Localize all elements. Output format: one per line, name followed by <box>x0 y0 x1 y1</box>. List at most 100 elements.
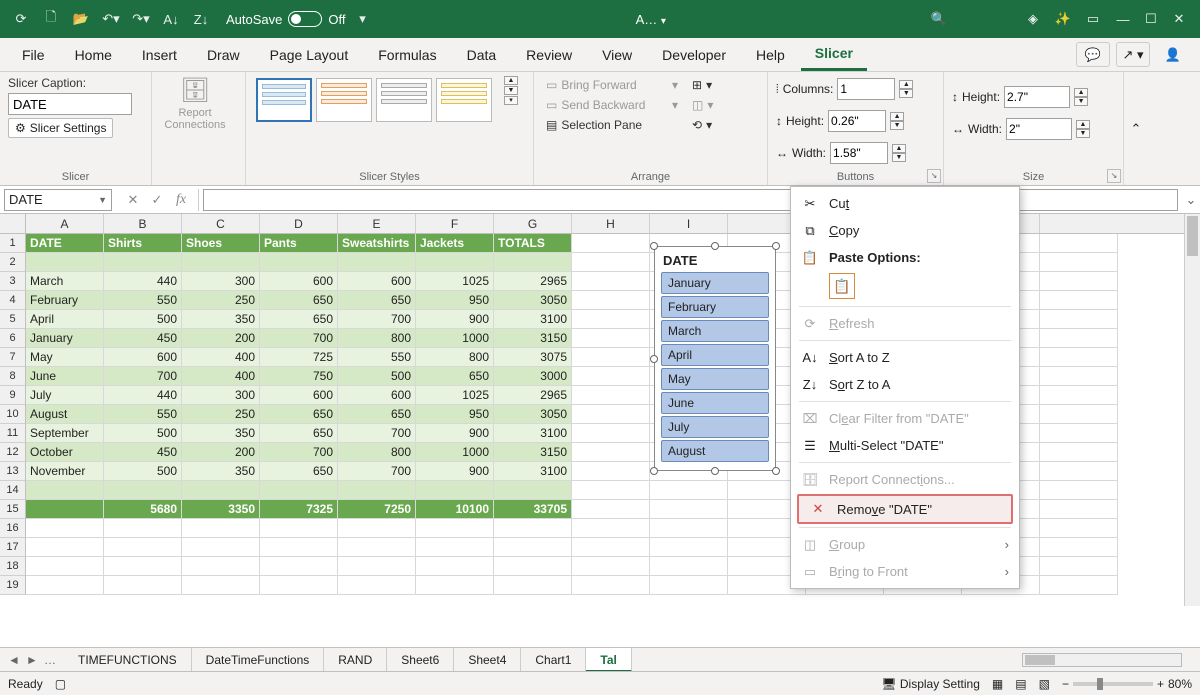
cell[interactable] <box>182 481 260 500</box>
cell[interactable] <box>338 576 416 595</box>
cell[interactable]: 5680 <box>104 500 182 519</box>
cell[interactable]: 3100 <box>494 462 572 481</box>
sheet-tab[interactable]: Tal <box>586 648 631 672</box>
cell[interactable]: 3000 <box>494 367 572 386</box>
qat-more-icon[interactable]: ▾ <box>349 6 375 32</box>
row-header[interactable]: 4 <box>0 291 25 310</box>
cell[interactable]: 2965 <box>494 272 572 291</box>
cell[interactable] <box>572 291 650 310</box>
ribbon-display-icon[interactable]: ▭ <box>1080 6 1106 32</box>
slicer-style-3[interactable] <box>376 78 432 122</box>
new-icon[interactable]: 🗋 <box>38 6 64 32</box>
cell[interactable] <box>650 481 728 500</box>
size-height-input[interactable] <box>1004 86 1070 108</box>
cell[interactable] <box>650 557 728 576</box>
ctx-sort-za[interactable]: Z↓Sort Z to A <box>791 371 1019 398</box>
sheet-nav-next[interactable]: ► <box>24 653 40 667</box>
cell[interactable] <box>1040 253 1118 272</box>
styles-more[interactable]: ▾ <box>504 96 518 105</box>
cell[interactable] <box>572 272 650 291</box>
slicer-item[interactable]: March <box>661 320 769 342</box>
sort-asc-icon[interactable]: A↓ <box>158 6 184 32</box>
cell[interactable] <box>494 538 572 557</box>
cell[interactable] <box>416 576 494 595</box>
column-header[interactable]: I <box>650 214 728 233</box>
cell[interactable]: February <box>26 291 104 310</box>
cell[interactable]: 650 <box>260 310 338 329</box>
cell[interactable]: 1000 <box>416 329 494 348</box>
cell[interactable]: July <box>26 386 104 405</box>
sheet-tab[interactable]: DateTimeFunctions <box>192 648 325 672</box>
cell[interactable] <box>182 576 260 595</box>
cell[interactable] <box>650 519 728 538</box>
cell[interactable]: 350 <box>182 310 260 329</box>
ctx-cut[interactable]: ✂Cut <box>791 190 1019 217</box>
cell[interactable]: 550 <box>104 405 182 424</box>
cell[interactable] <box>104 253 182 272</box>
sheet-nav-prev[interactable]: ◄ <box>6 653 22 667</box>
column-header[interactable]: A <box>26 214 104 233</box>
cell[interactable]: 3150 <box>494 443 572 462</box>
cell[interactable] <box>416 538 494 557</box>
cell[interactable]: 650 <box>338 405 416 424</box>
cell[interactable] <box>338 481 416 500</box>
tab-page-layout[interactable]: Page Layout <box>256 38 363 71</box>
column-header[interactable]: G <box>494 214 572 233</box>
tab-file[interactable]: File <box>8 38 59 71</box>
cell[interactable]: 600 <box>338 272 416 291</box>
cell[interactable] <box>1040 462 1118 481</box>
cell[interactable] <box>416 519 494 538</box>
tab-insert[interactable]: Insert <box>128 38 191 71</box>
cell[interactable] <box>182 538 260 557</box>
cell[interactable] <box>494 576 572 595</box>
cell[interactable] <box>572 348 650 367</box>
tab-formulas[interactable]: Formulas <box>364 38 450 71</box>
column-header[interactable]: H <box>572 214 650 233</box>
slicer-item[interactable]: May <box>661 368 769 390</box>
cell[interactable]: 400 <box>182 348 260 367</box>
cell[interactable]: 400 <box>182 367 260 386</box>
cell[interactable]: 300 <box>182 386 260 405</box>
cell[interactable]: 600 <box>260 386 338 405</box>
cell[interactable] <box>572 329 650 348</box>
tab-view[interactable]: View <box>588 38 646 71</box>
slicer-item[interactable]: February <box>661 296 769 318</box>
cell[interactable] <box>260 253 338 272</box>
name-box[interactable]: DATE▼ <box>4 189 112 211</box>
styles-scroll-up[interactable]: ▲ <box>504 76 518 85</box>
cell[interactable]: 440 <box>104 272 182 291</box>
cell[interactable]: 950 <box>416 291 494 310</box>
slicer-style-1[interactable] <box>256 78 312 122</box>
cell[interactable] <box>26 481 104 500</box>
ctx-multi-select[interactable]: ☰Multi-Select "DATE" <box>791 432 1019 459</box>
row-header[interactable]: 16 <box>0 519 25 538</box>
cell[interactable] <box>1040 234 1118 253</box>
cell[interactable]: 300 <box>182 272 260 291</box>
cell[interactable]: 500 <box>338 367 416 386</box>
row-header[interactable]: 11 <box>0 424 25 443</box>
view-page-icon[interactable]: ▤ <box>1015 677 1026 691</box>
btn-height-input[interactable] <box>828 110 886 132</box>
size-width-input[interactable] <box>1006 118 1072 140</box>
collapse-ribbon-icon[interactable]: ⌃ <box>1124 72 1148 185</box>
select-all-corner[interactable] <box>0 214 26 233</box>
cell[interactable] <box>338 557 416 576</box>
cell[interactable] <box>26 557 104 576</box>
cell[interactable] <box>1040 386 1118 405</box>
cell[interactable]: Sweatshirts <box>338 234 416 253</box>
cell[interactable] <box>416 481 494 500</box>
cell[interactable] <box>1040 348 1118 367</box>
row-header[interactable]: 12 <box>0 443 25 462</box>
cell[interactable] <box>1040 481 1118 500</box>
cell[interactable]: September <box>26 424 104 443</box>
row-header[interactable]: 3 <box>0 272 25 291</box>
cell[interactable] <box>1040 557 1118 576</box>
sheet-tab[interactable]: Sheet6 <box>387 648 454 672</box>
ctx-remove-date[interactable]: ✕Remove "DATE" <box>797 494 1013 524</box>
autosave-refresh-icon[interactable]: ⟳ <box>8 6 34 32</box>
slicer-settings-button[interactable]: ⚙ Slicer Settings <box>8 118 113 138</box>
cell[interactable] <box>494 519 572 538</box>
cell[interactable]: 650 <box>260 424 338 443</box>
cell[interactable]: 550 <box>338 348 416 367</box>
row-header[interactable]: 8 <box>0 367 25 386</box>
